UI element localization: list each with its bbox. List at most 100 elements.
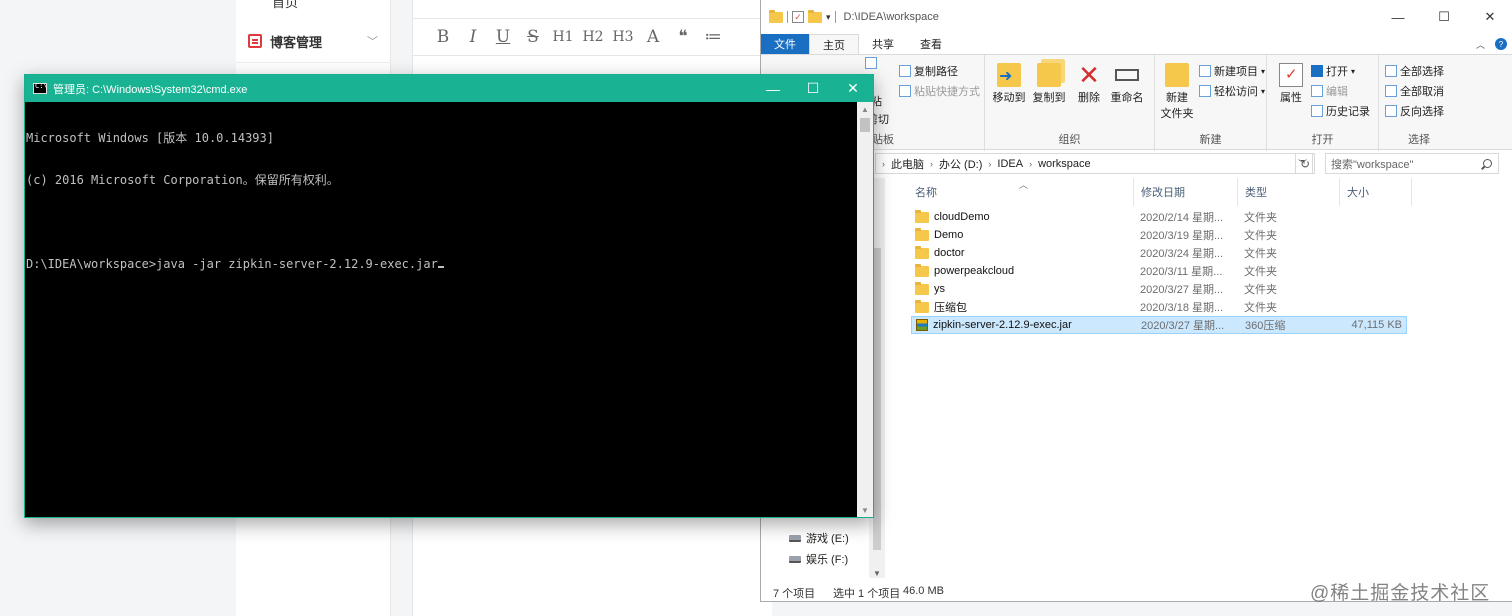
cmd-scrollbar[interactable]: ▲ ▼	[857, 102, 873, 517]
select-all-icon	[1385, 65, 1397, 77]
new-folder-qat-icon[interactable]	[808, 9, 822, 23]
cmd-scroll-thumb[interactable]	[860, 118, 870, 132]
maximize-button[interactable]: ☐	[1421, 2, 1467, 32]
copy-path-icon	[899, 65, 911, 77]
italic-button[interactable]: I	[463, 26, 483, 48]
file-row[interactable]: Demo 2020/3/19 星期... 文件夹	[911, 226, 1407, 244]
separator	[834, 11, 836, 23]
address-bar[interactable]: › 此电脑 › 办公 (D:) › IDEA › workspace ﹀	[875, 153, 1313, 174]
customize-qat-icon[interactable]: ▾	[826, 12, 831, 23]
new-item-button[interactable]: 新建项目 ▾	[1199, 63, 1265, 79]
maximize-button[interactable]: ☐	[793, 75, 833, 102]
drive-icon	[789, 534, 801, 542]
file-row[interactable]: cloudDemo 2020/2/14 星期... 文件夹	[911, 208, 1407, 226]
document-icon	[248, 34, 262, 48]
scroll-down-icon[interactable]: ▼	[869, 569, 885, 578]
blog-nav-home[interactable]: 首页	[272, 0, 298, 11]
breadcrumb-this-pc[interactable]: 此电脑	[891, 156, 924, 172]
open-button[interactable]: 打开 ▾	[1311, 63, 1355, 79]
nav-scroll-thumb[interactable]	[873, 248, 881, 550]
history-button[interactable]: 历史记录	[1311, 103, 1370, 119]
column-header-date[interactable]: 修改日期	[1141, 184, 1185, 200]
file-row[interactable]: 压缩包 2020/3/18 星期... 文件夹	[911, 298, 1407, 316]
bold-button[interactable]: B	[433, 26, 453, 48]
column-separator[interactable]	[1411, 178, 1412, 206]
delete-button[interactable]: ✕ 删除	[1069, 62, 1109, 105]
invert-selection-button[interactable]: 反向选择	[1385, 103, 1444, 119]
tab-file[interactable]: 文件	[761, 34, 809, 54]
nav-item-drive-f[interactable]: 娱乐 (F:)	[789, 551, 848, 567]
console-output[interactable]: Microsoft Windows [版本 10.0.14393] (c) 20…	[25, 102, 857, 517]
status-selected-size: 46.0 MB	[903, 585, 944, 597]
close-button[interactable]: ✕	[833, 75, 873, 102]
select-group: 全部选择 全部取消 反向选择 选择	[1379, 55, 1459, 151]
heading1-button[interactable]: H1	[552, 26, 573, 48]
collapse-ribbon-icon[interactable]: ︿	[1476, 38, 1485, 51]
breadcrumb-drive-d[interactable]: 办公 (D:)	[939, 156, 982, 172]
status-selected-count: 选中 1 个项目	[833, 588, 901, 600]
quote-button[interactable]: ❝	[673, 26, 693, 48]
file-row[interactable]: doctor 2020/3/24 星期... 文件夹	[911, 244, 1407, 262]
minimize-button[interactable]: —	[1375, 2, 1421, 32]
search-placeholder: 搜索"workspace"	[1331, 158, 1414, 171]
cmd-titlebar[interactable]: 管理员: C:\Windows\System32\cmd.exe — ☐ ✕	[25, 75, 873, 102]
text-cursor	[437, 266, 444, 268]
status-item-count: 7 个项目	[773, 588, 816, 600]
close-button[interactable]: ✕	[1467, 2, 1512, 32]
tab-view[interactable]: 查看	[907, 34, 955, 54]
tab-home[interactable]: 主页	[809, 34, 859, 54]
copy-path-button[interactable]: 复制路径	[899, 63, 958, 79]
blog-nav-blog-management[interactable]: 博客管理 ﹀	[248, 28, 378, 54]
edit-button[interactable]: 编辑	[1311, 83, 1348, 99]
heading2-button[interactable]: H2	[582, 26, 603, 48]
font-color-button[interactable]: A	[643, 26, 663, 48]
strikethrough-button[interactable]: S	[523, 26, 543, 48]
nav-item-drive-e[interactable]: 游戏 (E:)	[789, 530, 849, 546]
breadcrumb-idea[interactable]: IDEA	[997, 158, 1023, 170]
copy-to-button[interactable]: 复制到	[1029, 63, 1069, 105]
cmd-app-icon[interactable]	[33, 82, 48, 94]
sort-ascending-icon: ︿	[1019, 180, 1029, 190]
properties-button[interactable]: 属性	[1271, 63, 1311, 105]
file-row[interactable]: ys 2020/3/27 星期... 文件夹	[911, 280, 1407, 298]
scroll-up-icon[interactable]: ▲	[857, 102, 873, 116]
chevron-right-icon: ›	[930, 158, 933, 169]
easy-access-button[interactable]: 轻松访问 ▾	[1199, 83, 1265, 99]
column-header-name[interactable]: 名称	[915, 184, 937, 200]
tab-share[interactable]: 共享	[859, 34, 907, 54]
new-folder-button[interactable]: 新建 文件夹	[1157, 63, 1197, 121]
move-to-button[interactable]: 移动到	[989, 63, 1029, 105]
rename-button[interactable]: 重命名	[1107, 63, 1147, 105]
column-separator[interactable]	[1237, 178, 1238, 206]
column-header-type[interactable]: 类型	[1245, 184, 1267, 200]
refresh-button[interactable]: ↻	[1295, 153, 1315, 174]
underline-button[interactable]: U	[493, 26, 513, 48]
select-all-button[interactable]: 全部选择	[1385, 63, 1444, 79]
minimize-button[interactable]: —	[753, 75, 793, 102]
column-header-size[interactable]: 大小	[1347, 184, 1369, 200]
scroll-down-icon[interactable]: ▼	[857, 503, 873, 517]
heading3-button[interactable]: H3	[612, 26, 633, 48]
ribbon-tabs: 文件 主页 共享 查看 ︿ ?	[761, 34, 1512, 54]
cmd-window: 管理员: C:\Windows\System32\cmd.exe — ☐ ✕ M…	[24, 74, 874, 518]
paste-button[interactable]	[865, 57, 877, 69]
clipboard-icon	[865, 57, 877, 69]
paste-shortcut-button[interactable]: 粘贴快捷方式	[899, 83, 980, 99]
breadcrumb-workspace[interactable]: workspace	[1038, 158, 1091, 170]
help-icon[interactable]: ?	[1495, 38, 1507, 50]
new-folder-icon	[1165, 63, 1189, 87]
search-input[interactable]: 搜索"workspace"	[1325, 153, 1499, 174]
invert-selection-icon	[1385, 105, 1397, 117]
list-button[interactable]: ≔	[703, 26, 723, 48]
cmd-title: 管理员: C:\Windows\System32\cmd.exe	[53, 83, 248, 96]
properties-icon	[1279, 63, 1303, 87]
select-none-button[interactable]: 全部取消	[1385, 83, 1444, 99]
quick-access-toolbar: ✓ ▾	[761, 9, 836, 23]
file-row[interactable]: powerpeakcloud 2020/3/11 星期... 文件夹	[911, 262, 1407, 280]
column-separator[interactable]	[1133, 178, 1134, 206]
column-separator[interactable]	[1339, 178, 1340, 206]
properties-qat-icon[interactable]: ✓	[792, 11, 804, 23]
file-row-selected[interactable]: zipkin-server-2.12.9-exec.jar 2020/3/27 …	[911, 316, 1407, 334]
console-line: Microsoft Windows [版本 10.0.14393]	[26, 131, 274, 145]
